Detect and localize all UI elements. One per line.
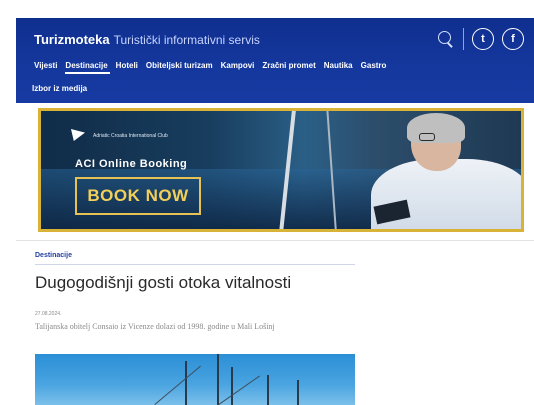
nav-item-izbor-iz-medija[interactable]: Izbor iz medija	[32, 84, 87, 93]
ad-sailor-shirt	[371, 159, 521, 229]
ad-logo-text: Adriatic Croatia International Club	[93, 133, 168, 139]
nav-item-obiteljski-turizam[interactable]: Obiteljski turizam	[144, 61, 219, 74]
ad-headline: ACI Online Booking	[75, 158, 188, 170]
article-excerpt: Talijanska obitelj Consaio iz Vicenze do…	[35, 322, 275, 331]
nav-item-gastro[interactable]: Gastro	[359, 61, 393, 74]
site-header: Turizmoteka Turistički informativni servi…	[16, 18, 534, 103]
nav-item-kampovi[interactable]: Kampovi	[219, 61, 261, 74]
nav-item-nautika[interactable]: Nautika	[322, 61, 359, 74]
photo-rigging	[154, 365, 201, 405]
search-icon[interactable]	[437, 30, 455, 48]
twitter-icon[interactable]: t	[472, 28, 494, 50]
article-date: 27.08.2024.	[35, 311, 62, 317]
photo-rigging	[218, 375, 260, 405]
aci-logo-icon	[71, 129, 85, 141]
ad-sailor-image	[341, 111, 521, 229]
nav-item-destinacije[interactable]: Destinacije	[63, 61, 113, 74]
photo-mast	[267, 375, 269, 405]
photo-mast	[231, 367, 233, 405]
ad-banner[interactable]: Adriatic Croatia International Club ACI …	[38, 108, 524, 232]
nav-item-hoteli[interactable]: Hoteli	[114, 61, 144, 74]
site-brand[interactable]: Turizmoteka Turistički informativni servi…	[34, 32, 260, 47]
ad-sailor-hair	[407, 113, 465, 143]
header-divider	[463, 28, 464, 50]
category-underline	[35, 264, 355, 265]
facebook-icon[interactable]: f	[502, 28, 524, 50]
article-title[interactable]: Dugogodišnji gosti otoka vitalnosti	[35, 273, 291, 293]
header-actions: t f	[437, 28, 524, 50]
brand-name[interactable]: Turizmoteka	[34, 32, 110, 47]
ad-sailor-glasses	[419, 133, 435, 141]
photo-mast	[185, 361, 187, 405]
article-category[interactable]: Destinacije	[35, 252, 72, 259]
article-photo[interactable]	[35, 354, 355, 405]
brand-tagline: Turistički informativni servis	[113, 33, 260, 47]
photo-mast	[297, 380, 299, 405]
book-now-button[interactable]: BOOK NOW	[75, 177, 201, 215]
nav-item-zracni-promet[interactable]: Zračni promet	[260, 61, 321, 74]
main-nav: Vijesti Destinacije Hoteli Obiteljski tu…	[32, 61, 526, 74]
nav-item-vijesti[interactable]: Vijesti	[32, 61, 63, 74]
photo-mast	[217, 354, 219, 405]
section-divider	[16, 240, 534, 241]
